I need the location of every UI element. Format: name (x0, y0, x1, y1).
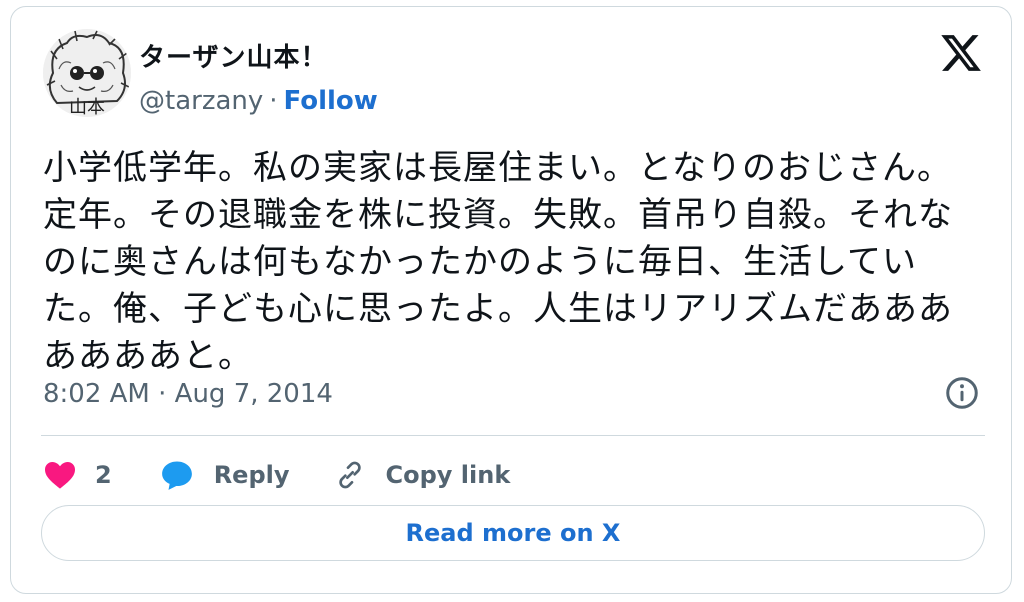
author-avatar[interactable]: 山本 (43, 29, 131, 117)
reply-button[interactable]: Reply (160, 459, 334, 491)
like-button[interactable]: 2 (43, 460, 160, 490)
author-handle-row: @tarzany · Follow (139, 85, 378, 117)
avatar-image: 山本 (43, 29, 131, 117)
svg-text:山本: 山本 (69, 97, 105, 117)
read-more-label: Read more on X (405, 519, 621, 547)
author-display-name[interactable]: ターザン山本！ (139, 37, 327, 74)
speech-bubble-icon (160, 459, 194, 491)
action-bar: 2 Reply Copy link (43, 453, 510, 497)
read-more-button[interactable]: Read more on X (41, 505, 985, 561)
tweet-card: 山本 ターザン山本！ @tarzany · Follow 小学低学年。私の実家は長屋… (10, 6, 1012, 594)
copy-link-label: Copy link (385, 461, 511, 489)
info-icon[interactable] (944, 375, 980, 411)
heart-icon (43, 460, 77, 490)
separator-dot: · (269, 86, 278, 116)
tweet-text: 小学低学年。私の実家は長屋住まい。となりのおじさん。定年。その退職金を株に投資。… (43, 148, 953, 376)
follow-link[interactable]: Follow (284, 86, 378, 116)
divider (41, 435, 985, 436)
tweet-timestamp[interactable]: 8:02 AM · Aug 7, 2014 (43, 379, 333, 409)
like-count: 2 (95, 461, 112, 489)
copy-link-button[interactable]: Copy link (334, 459, 511, 491)
author-handle[interactable]: @tarzany (139, 86, 263, 116)
reply-label: Reply (213, 461, 290, 489)
link-icon (334, 459, 366, 491)
x-logo-icon[interactable] (939, 31, 983, 75)
